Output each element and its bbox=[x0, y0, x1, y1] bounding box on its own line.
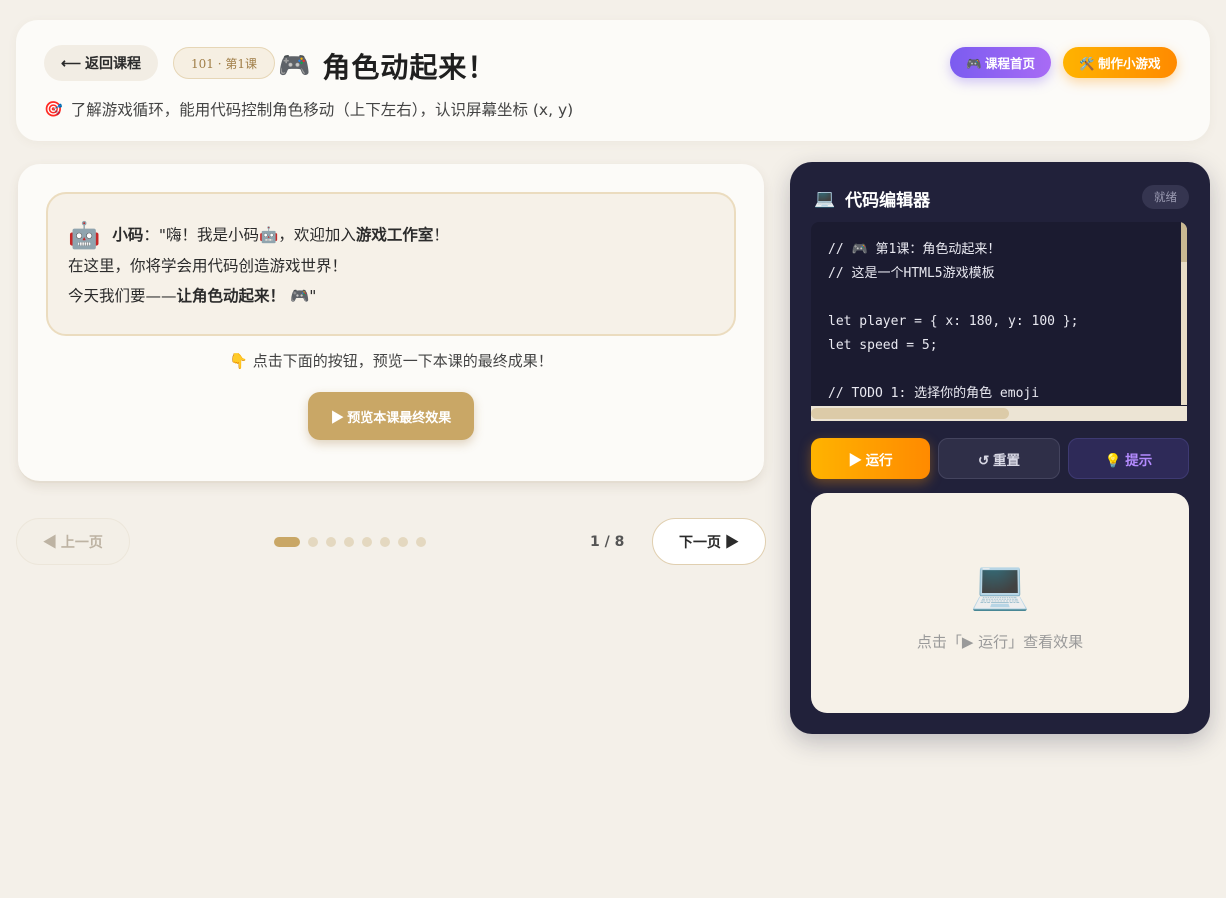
make-mini-game-button[interactable]: 🛠️ 制作小游戏 bbox=[1063, 47, 1177, 78]
prev-page-button[interactable]: ◀ 上一页 bbox=[16, 518, 130, 565]
lesson-number-badge: 101 · 第1课 bbox=[173, 47, 275, 79]
gamepad-icon: 🎮 bbox=[278, 51, 311, 81]
output-preview-area: 💻 点击「▶ 运行」查看效果 bbox=[811, 493, 1189, 713]
editor-header: 💻 代码编辑器 bbox=[814, 186, 931, 212]
speaker-name: 小码 bbox=[112, 226, 144, 244]
editor-title: 代码编辑器 bbox=[845, 191, 931, 211]
code-line: let speed = 5; bbox=[828, 338, 938, 353]
speech-text: 今天我们要—— bbox=[68, 286, 177, 305]
speech-highlight: 让角色动起来！ bbox=[176, 286, 286, 305]
target-icon: 🎯 bbox=[44, 100, 63, 118]
vertical-scrollbar[interactable] bbox=[1181, 222, 1187, 405]
speech-text: ："嗨！我是小码🤖，欢迎加入 bbox=[143, 226, 356, 244]
hint-button[interactable]: 💡 提示 bbox=[1068, 438, 1189, 479]
code-line: // 这是一个HTML5游戏模板 bbox=[828, 266, 995, 281]
page-dot[interactable] bbox=[274, 537, 300, 547]
page-dots bbox=[274, 537, 426, 547]
page-dot[interactable] bbox=[326, 537, 336, 547]
code-text[interactable]: // 🎮 第1课：角色动起来！ // 这是一个HTML5游戏模板 let playe… bbox=[828, 238, 1078, 406]
horizontal-scrollbar[interactable] bbox=[811, 406, 1187, 421]
lesson-content-card: 🤖 小码："嗨！我是小码🤖，欢迎加入游戏工作室！ 在这里，你将学会用代码创造游戏世… bbox=[18, 164, 764, 483]
lesson-objective-text: 了解游戏循环，能用代码控制角色移动（上下左右），认识屏幕坐标 (x, y) bbox=[70, 101, 574, 119]
page-dot[interactable] bbox=[362, 537, 372, 547]
robot-speech-bubble: 🤖 小码："嗨！我是小码🤖，欢迎加入游戏工作室！ 在这里，你将学会用代码创造游戏世… bbox=[46, 192, 736, 336]
course-home-button[interactable]: 🎮 课程首页 bbox=[950, 47, 1052, 78]
speech-highlight: 游戏工作室 bbox=[355, 226, 434, 244]
code-input-area[interactable]: // 🎮 第1课：角色动起来！ // 这是一个HTML5游戏模板 let playe… bbox=[811, 222, 1187, 421]
preview-final-result-button[interactable]: ▶ 预览本课最终效果 bbox=[308, 392, 474, 440]
code-line: let player = { x: 180, y: 100 }; bbox=[828, 314, 1079, 329]
robot-icon: 🤖 bbox=[68, 220, 101, 251]
speech-text: ！ bbox=[433, 226, 449, 244]
next-page-button[interactable]: 下一页 ▶ bbox=[652, 518, 766, 565]
speech-line-2: 在这里，你将学会用代码创造游戏世界！ bbox=[68, 256, 348, 275]
reset-button[interactable]: ↺ 重置 bbox=[938, 438, 1060, 479]
output-placeholder-text: 点击「▶ 运行」查看效果 bbox=[916, 633, 1084, 651]
run-button[interactable]: ▶ 运行 bbox=[811, 438, 930, 479]
laptop-icon: 💻 bbox=[814, 188, 836, 209]
page-title-group: 🎮 角色动起来！ bbox=[278, 46, 496, 86]
speech-text: 🎮" bbox=[285, 286, 317, 305]
page-dot[interactable] bbox=[380, 537, 390, 547]
page-dot[interactable] bbox=[308, 537, 318, 547]
code-editor-panel: 💻 代码编辑器 就绪 // 🎮 第1课：角色动起来！ // 这是一个HTML5游戏… bbox=[790, 162, 1210, 734]
preview-hint: 👇 点击下面的按钮，预览一下本课的最终成果！ bbox=[229, 352, 553, 370]
page-title: 角色动起来！ bbox=[322, 51, 497, 84]
speech-line-1: 🤖 小码："嗨！我是小码🤖，欢迎加入游戏工作室！ bbox=[68, 220, 714, 251]
page-dot[interactable] bbox=[398, 537, 408, 547]
laptop-icon: 💻 bbox=[970, 557, 1030, 613]
speech-line-3: 今天我们要——让角色动起来！ 🎮" bbox=[68, 281, 714, 311]
back-to-course-button[interactable]: ⟵ 返回课程 bbox=[44, 45, 158, 81]
status-badge: 就绪 bbox=[1142, 185, 1189, 209]
page-counter: 1 / 8 bbox=[590, 534, 625, 550]
code-line: // TODO 1: 选择你的角色 emoji bbox=[828, 386, 1040, 401]
page-dot[interactable] bbox=[344, 537, 354, 547]
page-dot[interactable] bbox=[416, 537, 426, 547]
lesson-objective: 🎯 了解游戏循环，能用代码控制角色移动（上下左右），认识屏幕坐标 (x, y) bbox=[44, 98, 573, 120]
code-line: // 🎮 第1课：角色动起来！ bbox=[828, 242, 1001, 257]
lesson-header: ⟵ 返回课程 101 · 第1课 🎮 角色动起来！ 🎯 了解游戏循环，能用代码控… bbox=[16, 20, 1210, 141]
